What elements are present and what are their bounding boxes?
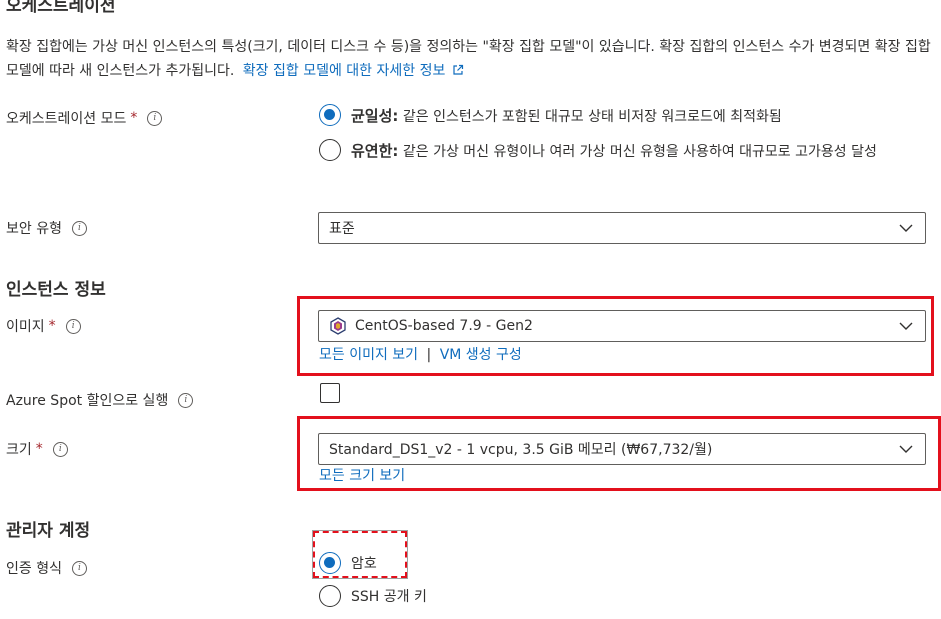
auth-type-label-text: 인증 형식 bbox=[6, 561, 62, 577]
size-dropdown[interactable]: Standard_DS1_v2 - 1 vcpu, 3.5 GiB 메모리 (₩… bbox=[318, 433, 926, 465]
azure-spot-checkbox[interactable] bbox=[320, 383, 340, 403]
image-label: 이미지 * i bbox=[6, 316, 81, 336]
option-uniform-desc: 같은 인스턴스가 포함된 대규모 상태 비저장 워크로드에 최적화됨 bbox=[402, 109, 782, 125]
orchestration-mode-label-text: 오케스트레이션 모드 bbox=[6, 111, 127, 127]
info-icon[interactable]: i bbox=[65, 318, 81, 334]
section-title-admin: 관리자 계정 bbox=[6, 521, 91, 541]
auth-option-ssh[interactable]: SSH 공개 키 bbox=[319, 585, 427, 607]
learn-more-link-text: 확장 집합 모델에 대한 자세한 정보 bbox=[242, 63, 446, 79]
orchestration-description: 확장 집합에는 가상 머신 인스턴스의 특성(크기, 데이터 디스크 수 등)을… bbox=[6, 35, 936, 83]
radio-flexible[interactable] bbox=[319, 139, 341, 161]
required-asterisk: * bbox=[130, 110, 138, 126]
description-text: 확장 집합에는 가상 머신 인스턴스의 특성(크기, 데이터 디스크 수 등)을… bbox=[6, 39, 931, 79]
auth-option-password-label: 암호 bbox=[351, 556, 377, 572]
image-label-text: 이미지 bbox=[6, 319, 45, 335]
size-value: Standard_DS1_v2 - 1 vcpu, 3.5 GiB 메모리 (₩… bbox=[329, 442, 713, 458]
azure-spot-label: Azure Spot 할인으로 실행 i bbox=[6, 390, 194, 410]
option-flexible-desc: 같은 가상 머신 유형이나 여러 가상 머신 유형을 사용하여 대규모로 고가용… bbox=[402, 144, 877, 160]
info-icon[interactable]: i bbox=[178, 392, 194, 408]
option-uniform-text: 균일성: 같은 인스턴스가 포함된 대규모 상태 비저장 워크로드에 최적화됨 bbox=[351, 104, 782, 129]
radio-ssh[interactable] bbox=[319, 585, 341, 607]
security-type-value: 표준 bbox=[329, 221, 355, 237]
orchestration-mode-label: 오케스트레이션 모드 * i bbox=[6, 108, 163, 128]
section-title-instance: 인스턴스 정보 bbox=[6, 280, 106, 300]
all-sizes-link[interactable]: 모든 크기 보기 bbox=[319, 468, 405, 484]
auth-option-password[interactable]: 암호 bbox=[319, 552, 377, 574]
chevron-down-icon bbox=[899, 224, 913, 232]
image-dropdown[interactable]: CentOS-based 7.9 - Gen2 bbox=[318, 310, 926, 342]
auth-type-label: 인증 형식 i bbox=[6, 558, 87, 578]
section-title-orchestration: 오케스트레이션 bbox=[6, 0, 116, 16]
required-asterisk: * bbox=[48, 318, 56, 334]
size-label-text: 크기 bbox=[6, 442, 32, 458]
orchestration-option-uniform[interactable]: 균일성: 같은 인스턴스가 포함된 대규모 상태 비저장 워크로드에 최적화됨 bbox=[319, 104, 929, 129]
auth-option-ssh-label: SSH 공개 키 bbox=[351, 589, 427, 605]
info-icon[interactable]: i bbox=[147, 110, 163, 126]
centos-logo-icon bbox=[330, 317, 346, 335]
configure-vm-generation-link[interactable]: VM 생성 구성 bbox=[440, 347, 522, 363]
orchestration-option-flexible[interactable]: 유연한: 같은 가상 머신 유형이나 여러 가상 머신 유형을 사용하여 대규모… bbox=[319, 138, 919, 165]
option-flexible-text: 유연한: 같은 가상 머신 유형이나 여러 가상 머신 유형을 사용하여 대규모… bbox=[351, 138, 919, 165]
option-flexible-title: 유연한: bbox=[351, 142, 399, 160]
chevron-down-icon bbox=[899, 322, 913, 330]
radio-password[interactable] bbox=[319, 552, 341, 574]
security-type-dropdown[interactable]: 표준 bbox=[318, 212, 926, 244]
info-icon[interactable]: i bbox=[52, 441, 68, 457]
size-label: 크기 * i bbox=[6, 439, 68, 459]
link-separator: | bbox=[426, 347, 432, 363]
radio-uniform[interactable] bbox=[319, 104, 341, 126]
azure-spot-label-text: Azure Spot 할인으로 실행 bbox=[6, 393, 169, 409]
info-icon[interactable]: i bbox=[71, 220, 87, 236]
option-uniform-title: 균일성: bbox=[351, 107, 399, 125]
chevron-down-icon bbox=[899, 445, 913, 453]
size-links: 모든 크기 보기 bbox=[319, 465, 405, 485]
info-icon[interactable]: i bbox=[71, 560, 87, 576]
all-images-link[interactable]: 모든 이미지 보기 bbox=[319, 347, 418, 363]
learn-more-link[interactable]: 확장 집합 모델에 대한 자세한 정보 bbox=[243, 63, 464, 79]
security-type-label: 보안 유형 i bbox=[6, 218, 87, 238]
image-value: CentOS-based 7.9 - Gen2 bbox=[355, 318, 533, 334]
image-links: 모든 이미지 보기 | VM 생성 구성 bbox=[319, 344, 522, 364]
security-type-label-text: 보안 유형 bbox=[6, 221, 62, 237]
required-asterisk: * bbox=[35, 441, 43, 457]
external-link-icon bbox=[453, 64, 463, 75]
